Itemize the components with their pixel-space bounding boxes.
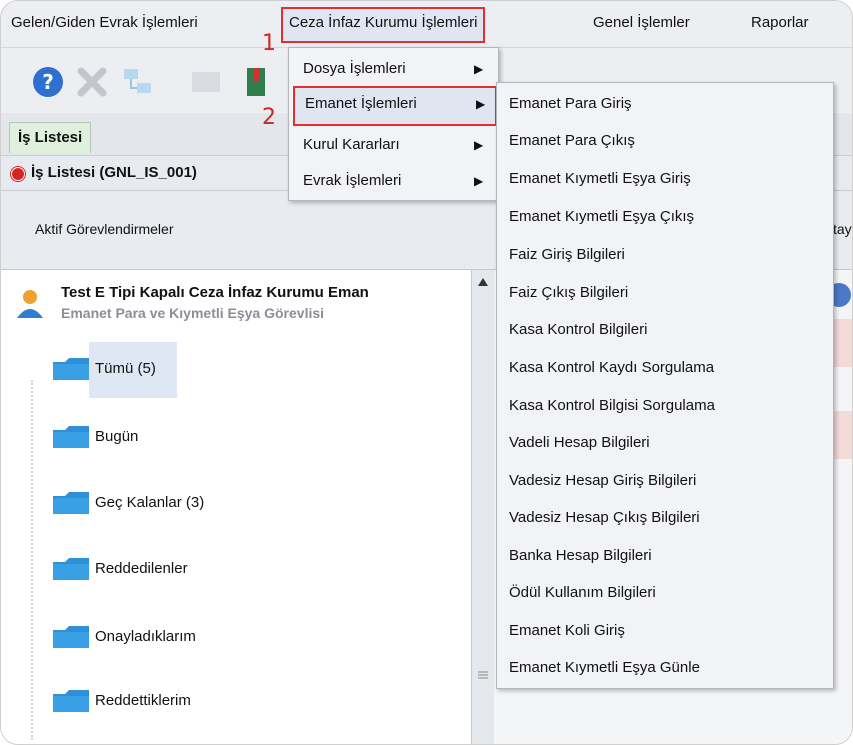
menu-genel-islemler[interactable]: Genel İşlemler (587, 7, 696, 39)
menu-item-kurul-kararlari[interactable]: Kurul Kararları ▶ (293, 127, 493, 163)
submenu-ceza-infaz: Dosya İşlemleri ▶ Emanet İşlemleri ▶ Kur… (288, 47, 499, 201)
scroll-grip-icon (478, 671, 488, 679)
menu-item-emanet-para-cikis[interactable]: Emanet Para Çıkış (509, 126, 635, 156)
subtab-is-listesi-gnl[interactable]: İş Listesi (GNL_IS_001) (7, 160, 207, 186)
menu-item-kiymetli-esya-cikis[interactable]: Emanet Kıymetli Eşya Çıkış (509, 202, 694, 232)
submenu-arrow-icon: ▶ (474, 138, 484, 152)
submenu-emanet-islemleri: Emanet Para Giriş Emanet Para Çıkış Eman… (496, 82, 834, 689)
menu-item-faiz-cikis[interactable]: Faiz Çıkış Bilgileri (509, 278, 628, 308)
submenu-arrow-icon: ▶ (476, 97, 486, 111)
row-highlight (833, 319, 852, 367)
user-icon (17, 290, 43, 318)
menu-item-kiymetli-esya-gunle[interactable]: Emanet Kıymetli Eşya Günle (509, 653, 700, 683)
folder-icon (53, 558, 89, 580)
book-icon[interactable] (241, 65, 275, 99)
folder-icon (53, 492, 89, 514)
menu-item-odul-kullanim[interactable]: Ödül Kullanım Bilgileri (509, 578, 656, 608)
submenu-arrow-icon: ▶ (474, 62, 484, 76)
folder-icon (53, 690, 89, 712)
network-icon[interactable] (121, 65, 155, 99)
menu-item-kasa-kontrol-bilgileri[interactable]: Kasa Kontrol Bilgileri (509, 315, 647, 345)
menu-item-banka-hesap[interactable]: Banka Hesap Bilgileri (509, 541, 652, 571)
delete-icon[interactable] (75, 65, 109, 99)
menu-ceza-infaz[interactable]: Ceza İnfaz Kurumu İşlemleri (281, 7, 486, 43)
menu-item-kiymetli-esya-giris[interactable]: Emanet Kıymetli Eşya Giriş (509, 164, 691, 194)
application-window: Gelen/Giden Evrak İşlemleri Ceza İnfaz K… (0, 0, 853, 745)
menu-gelen-giden[interactable]: Gelen/Giden Evrak İşlemleri (5, 7, 204, 39)
folder-icon (53, 358, 89, 380)
tree-scrollbar[interactable] (471, 270, 494, 744)
blank-icon[interactable] (189, 65, 223, 99)
menu-item-dosya-islemleri[interactable]: Dosya İşlemleri ▶ (293, 51, 493, 87)
menu-item-emanet-koli-giris[interactable]: Emanet Koli Giriş (509, 616, 625, 646)
task-tree: Test E Tipi Kapalı Ceza İnfaz Kurumu Ema… (1, 270, 472, 744)
folder-icon (53, 626, 89, 648)
help-icon[interactable]: ? (31, 65, 65, 99)
tree-connector (31, 380, 35, 740)
menu-item-faiz-giris[interactable]: Faiz Giriş Bilgileri (509, 240, 625, 270)
menu-item-vadeli-hesap[interactable]: Vadeli Hesap Bilgileri (509, 428, 650, 458)
menu-item-emanet-para-giris[interactable]: Emanet Para Giriş (509, 89, 632, 119)
menubar: Gelen/Giden Evrak İşlemleri Ceza İnfaz K… (1, 1, 852, 48)
tree-root-title: Test E Tipi Kapalı Ceza İnfaz Kurumu Ema… (61, 284, 369, 301)
annotation-step-1: 1 (262, 31, 276, 56)
tree-root-subtitle: Emanet Para ve Kıymetli Eşya Görevlisi (61, 305, 325, 321)
row-highlight (833, 411, 852, 459)
aktif-gorevlendirmeler-label: Aktif Görevlendirmeler (35, 221, 174, 237)
svg-text:?: ? (42, 70, 54, 94)
annotation-step-2: 2 (262, 105, 276, 130)
submenu-arrow-icon: ▶ (474, 174, 484, 188)
status-dot-icon (11, 167, 25, 181)
menu-item-evrak-islemleri[interactable]: Evrak İşlemleri ▶ (293, 163, 493, 199)
menu-raporlar[interactable]: Raporlar (745, 7, 815, 39)
folder-icon (53, 426, 89, 448)
menu-item-kasa-kontrol-kaydi-sorgulama[interactable]: Kasa Kontrol Kaydı Sorgulama (509, 353, 714, 383)
tab-is-listesi[interactable]: İş Listesi (9, 122, 92, 153)
menu-item-vadesiz-hesap-giris[interactable]: Vadesiz Hesap Giriş Bilgileri (509, 466, 696, 496)
clipped-label: tay (833, 221, 852, 237)
scroll-up-icon[interactable] (478, 278, 488, 286)
menu-item-vadesiz-hesap-cikis[interactable]: Vadesiz Hesap Çıkış Bilgileri (509, 503, 700, 533)
menu-item-emanet-islemleri[interactable]: Emanet İşlemleri ▶ (293, 86, 497, 126)
menu-item-kasa-kontrol-bilgisi-sorgulama[interactable]: Kasa Kontrol Bilgisi Sorgulama (509, 391, 715, 421)
